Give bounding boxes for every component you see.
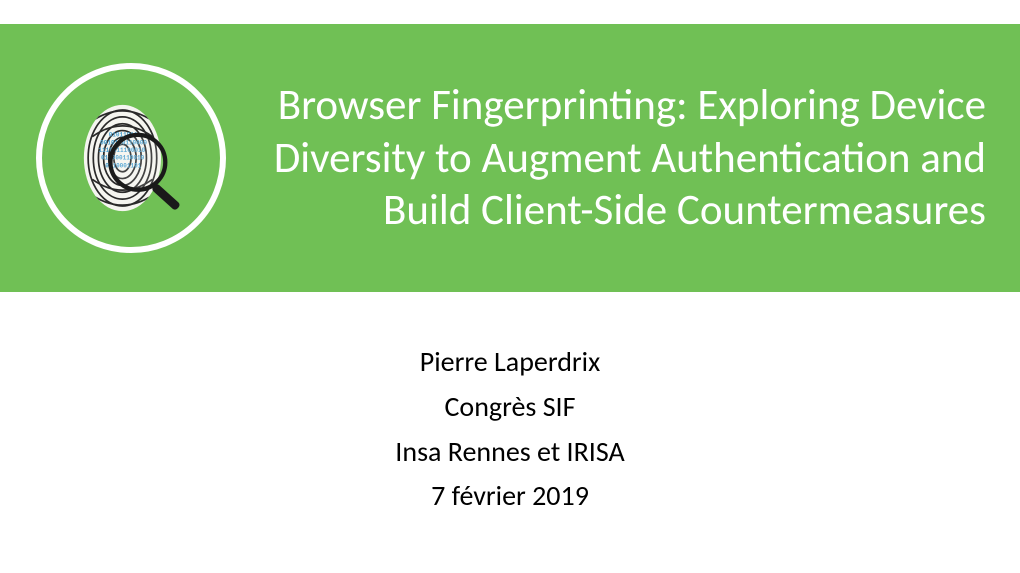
author-name: Pierre Laperdrix [0, 340, 1020, 385]
presentation-date: 7 février 2019 [0, 474, 1020, 519]
author-block: Pierre Laperdrix Congrès SIF Insa Rennes… [0, 340, 1020, 519]
affiliation: Insa Rennes et IRISA [0, 430, 1020, 475]
presentation-title: Browser Fingerprinting: Exploring Device… [246, 79, 996, 236]
title-banner: 01011011 0010110110000 1110011100010 011… [0, 24, 1020, 292]
logo-circle: 01011011 0010110110000 1110011100010 011… [36, 63, 226, 253]
fingerprint-magnifier-icon: 01011011 0010110110000 1110011100010 011… [71, 83, 191, 233]
event-name: Congrès SIF [0, 385, 1020, 430]
